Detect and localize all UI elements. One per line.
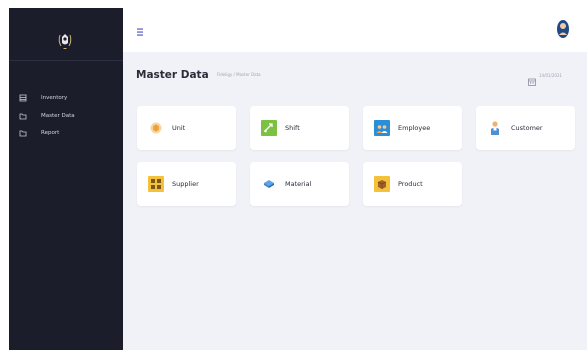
card-label: Customer bbox=[511, 124, 543, 132]
sidebar-item-report[interactable]: Report bbox=[9, 126, 123, 140]
supplier-icon bbox=[147, 175, 165, 193]
product-icon bbox=[373, 175, 391, 193]
date-text: 14/01/2021 bbox=[539, 72, 563, 78]
sidebar-item-inventory[interactable]: Inventory bbox=[9, 91, 123, 105]
hamburger-icon[interactable] bbox=[136, 23, 148, 36]
sidebar-item-master-data[interactable]: Master Data bbox=[9, 109, 123, 123]
sidebar-divider bbox=[9, 60, 123, 61]
card-label: Product bbox=[398, 180, 423, 188]
folder-icon bbox=[19, 112, 27, 120]
app-frame: Inventory Master Data Report Master Data… bbox=[0, 0, 587, 350]
user-avatar-icon[interactable] bbox=[556, 19, 570, 39]
card-employee[interactable]: Employee bbox=[363, 106, 462, 150]
card-supplier[interactable]: Supplier bbox=[137, 162, 236, 206]
sidebar: Inventory Master Data Report bbox=[9, 8, 123, 350]
card-label: Supplier bbox=[172, 180, 199, 188]
sidebar-item-label: Master Data bbox=[41, 113, 75, 119]
employee-icon bbox=[373, 119, 391, 137]
card-label: Unit bbox=[172, 124, 186, 132]
customer-icon bbox=[486, 119, 504, 137]
unit-icon bbox=[147, 119, 165, 137]
sidebar-item-label: Inventory bbox=[41, 95, 68, 101]
calendar-icon bbox=[528, 71, 536, 86]
shift-icon bbox=[260, 119, 278, 137]
inventory-icon bbox=[19, 94, 27, 102]
card-material[interactable]: Material bbox=[250, 162, 349, 206]
page-title: Master Data bbox=[136, 69, 209, 81]
card-label: Shift bbox=[285, 124, 300, 132]
card-label: Material bbox=[285, 180, 312, 188]
card-shift[interactable]: Shift bbox=[250, 106, 349, 150]
breadcrumb[interactable]: Fideligy / Master Data bbox=[217, 72, 261, 77]
card-customer[interactable]: Customer bbox=[476, 106, 575, 150]
material-icon bbox=[260, 175, 278, 193]
card-unit[interactable]: Unit bbox=[137, 106, 236, 150]
emblem-logo-icon[interactable] bbox=[56, 32, 74, 50]
report-icon bbox=[19, 129, 27, 137]
date-display: 14/01/2021 bbox=[528, 71, 563, 86]
main-content: Master Data Fideligy / Master Data 14/01… bbox=[123, 52, 587, 350]
sidebar-item-label: Report bbox=[41, 130, 60, 136]
card-label: Employee bbox=[398, 124, 431, 132]
top-bar bbox=[123, 8, 587, 52]
card-product[interactable]: Product bbox=[363, 162, 462, 206]
